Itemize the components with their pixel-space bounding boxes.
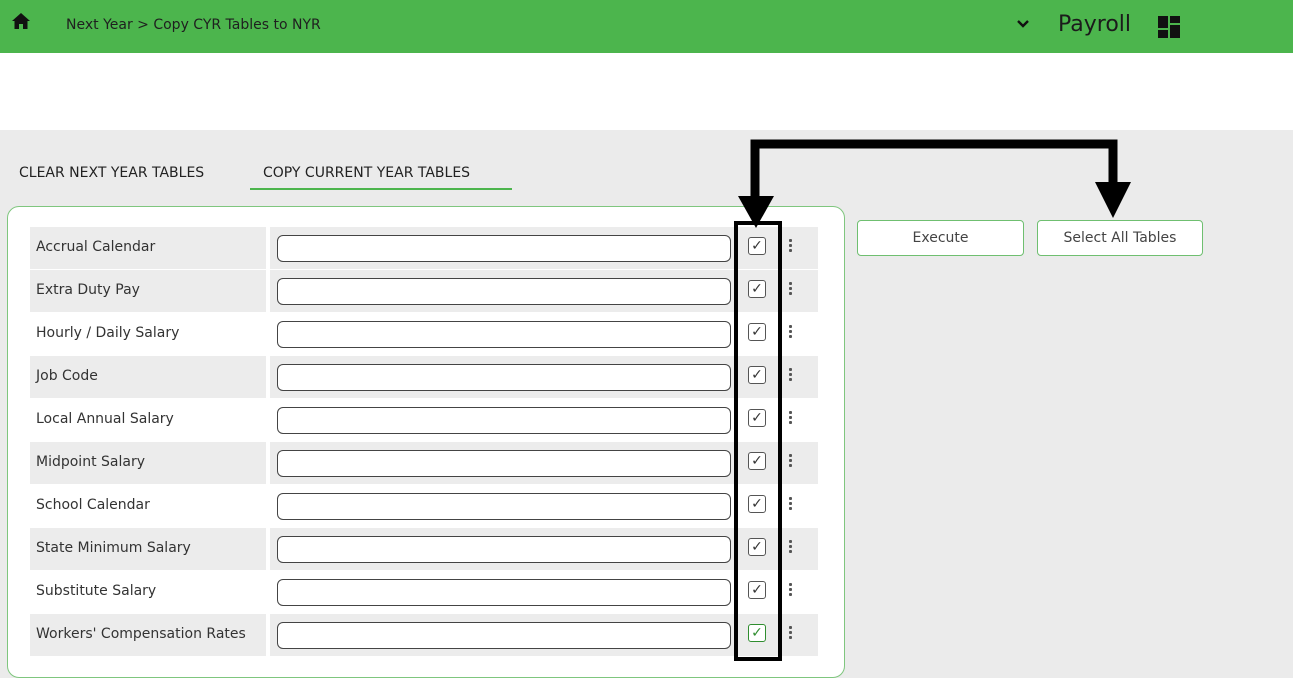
table-row-input[interactable]	[277, 536, 731, 563]
check-icon: ✓	[751, 410, 763, 426]
table-row-label: School Calendar	[36, 497, 150, 513]
table-row-label: Substitute Salary	[36, 583, 157, 599]
table-row: Extra Duty Pay ✓	[30, 270, 818, 312]
table-row-input[interactable]	[277, 364, 731, 391]
active-tab-indicator	[250, 188, 512, 190]
tab-clear-next-year-tables[interactable]: CLEAR NEXT YEAR TABLES	[19, 165, 204, 181]
chevron-down-icon[interactable]	[1015, 13, 1031, 33]
table-row: Accrual Calendar ✓	[30, 227, 818, 269]
table-row: State Minimum Salary ✓	[30, 528, 818, 570]
table-row-checkbox[interactable]: ✓	[748, 495, 766, 513]
check-icon: ✓	[751, 539, 763, 555]
check-icon: ✓	[751, 582, 763, 598]
table-row: Local Annual Salary ✓	[30, 399, 818, 441]
table-row: School Calendar ✓	[30, 485, 818, 527]
kebab-icon[interactable]	[788, 323, 794, 341]
table-row-label: Midpoint Salary	[36, 454, 145, 470]
kebab-icon[interactable]	[788, 495, 794, 513]
table-row-label: Workers' Compensation Rates	[36, 626, 246, 642]
table-row-input[interactable]	[277, 622, 731, 649]
kebab-icon[interactable]	[788, 237, 794, 255]
app-grid-icon[interactable]	[1158, 16, 1182, 40]
check-icon: ✓	[751, 367, 763, 383]
check-icon: ✓	[751, 496, 763, 512]
kebab-icon[interactable]	[788, 280, 794, 298]
table-row-input[interactable]	[277, 450, 731, 477]
table-row-checkbox[interactable]: ✓	[748, 366, 766, 384]
top-bar: Next Year > Copy CYR Tables to NYR Payro…	[0, 0, 1293, 53]
table-row-checkbox[interactable]: ✓	[748, 237, 766, 255]
table-row-label: Hourly / Daily Salary	[36, 325, 180, 341]
kebab-icon[interactable]	[788, 581, 794, 599]
table-row-checkbox[interactable]: ✓	[748, 280, 766, 298]
table-row-checkbox[interactable]: ✓	[748, 323, 766, 341]
table-row-input[interactable]	[277, 321, 731, 348]
check-icon: ✓	[751, 281, 763, 297]
table-row: Hourly / Daily Salary ✓	[30, 313, 818, 355]
table-row-input[interactable]	[277, 235, 731, 262]
execute-button[interactable]: Execute	[857, 220, 1024, 256]
table-row-label: Accrual Calendar	[36, 239, 156, 255]
check-icon: ✓	[751, 324, 763, 340]
app-name[interactable]: Payroll	[1058, 12, 1131, 37]
table-row-label: Local Annual Salary	[36, 411, 174, 427]
table-row: Job Code ✓	[30, 356, 818, 398]
tab-copy-current-year-tables[interactable]: COPY CURRENT YEAR TABLES	[263, 165, 470, 181]
table-row-label: State Minimum Salary	[36, 540, 191, 556]
table-row-checkbox[interactable]: ✓	[748, 452, 766, 470]
table-row-checkbox[interactable]: ✓	[748, 409, 766, 427]
breadcrumb[interactable]: Next Year > Copy CYR Tables to NYR	[66, 17, 321, 33]
kebab-icon[interactable]	[788, 538, 794, 556]
table-row-input[interactable]	[277, 493, 731, 520]
check-icon: ✓	[751, 238, 763, 254]
check-icon: ✓	[751, 453, 763, 469]
table-row: Substitute Salary ✓	[30, 571, 818, 613]
kebab-icon[interactable]	[788, 452, 794, 470]
table-row-input[interactable]	[277, 407, 731, 434]
table-row-checkbox[interactable]: ✓	[748, 538, 766, 556]
header-spacer	[0, 53, 1293, 130]
table-row-label: Extra Duty Pay	[36, 282, 140, 298]
check-icon: ✓	[751, 625, 763, 641]
table-row-label: Job Code	[36, 368, 98, 384]
table-row: Midpoint Salary ✓	[30, 442, 818, 484]
table-row-input[interactable]	[277, 278, 731, 305]
kebab-icon[interactable]	[788, 624, 794, 642]
connector-line	[750, 139, 1118, 205]
arrowhead-down-icon	[1095, 182, 1131, 218]
kebab-icon[interactable]	[788, 366, 794, 384]
table-row-checkbox[interactable]: ✓	[748, 624, 766, 642]
table-row-input[interactable]	[277, 579, 731, 606]
table-row-checkbox[interactable]: ✓	[748, 581, 766, 599]
home-icon[interactable]	[11, 11, 31, 31]
select-all-tables-button[interactable]: Select All Tables	[1037, 220, 1203, 256]
table-row: Workers' Compensation Rates ✓	[30, 614, 818, 656]
kebab-icon[interactable]	[788, 409, 794, 427]
